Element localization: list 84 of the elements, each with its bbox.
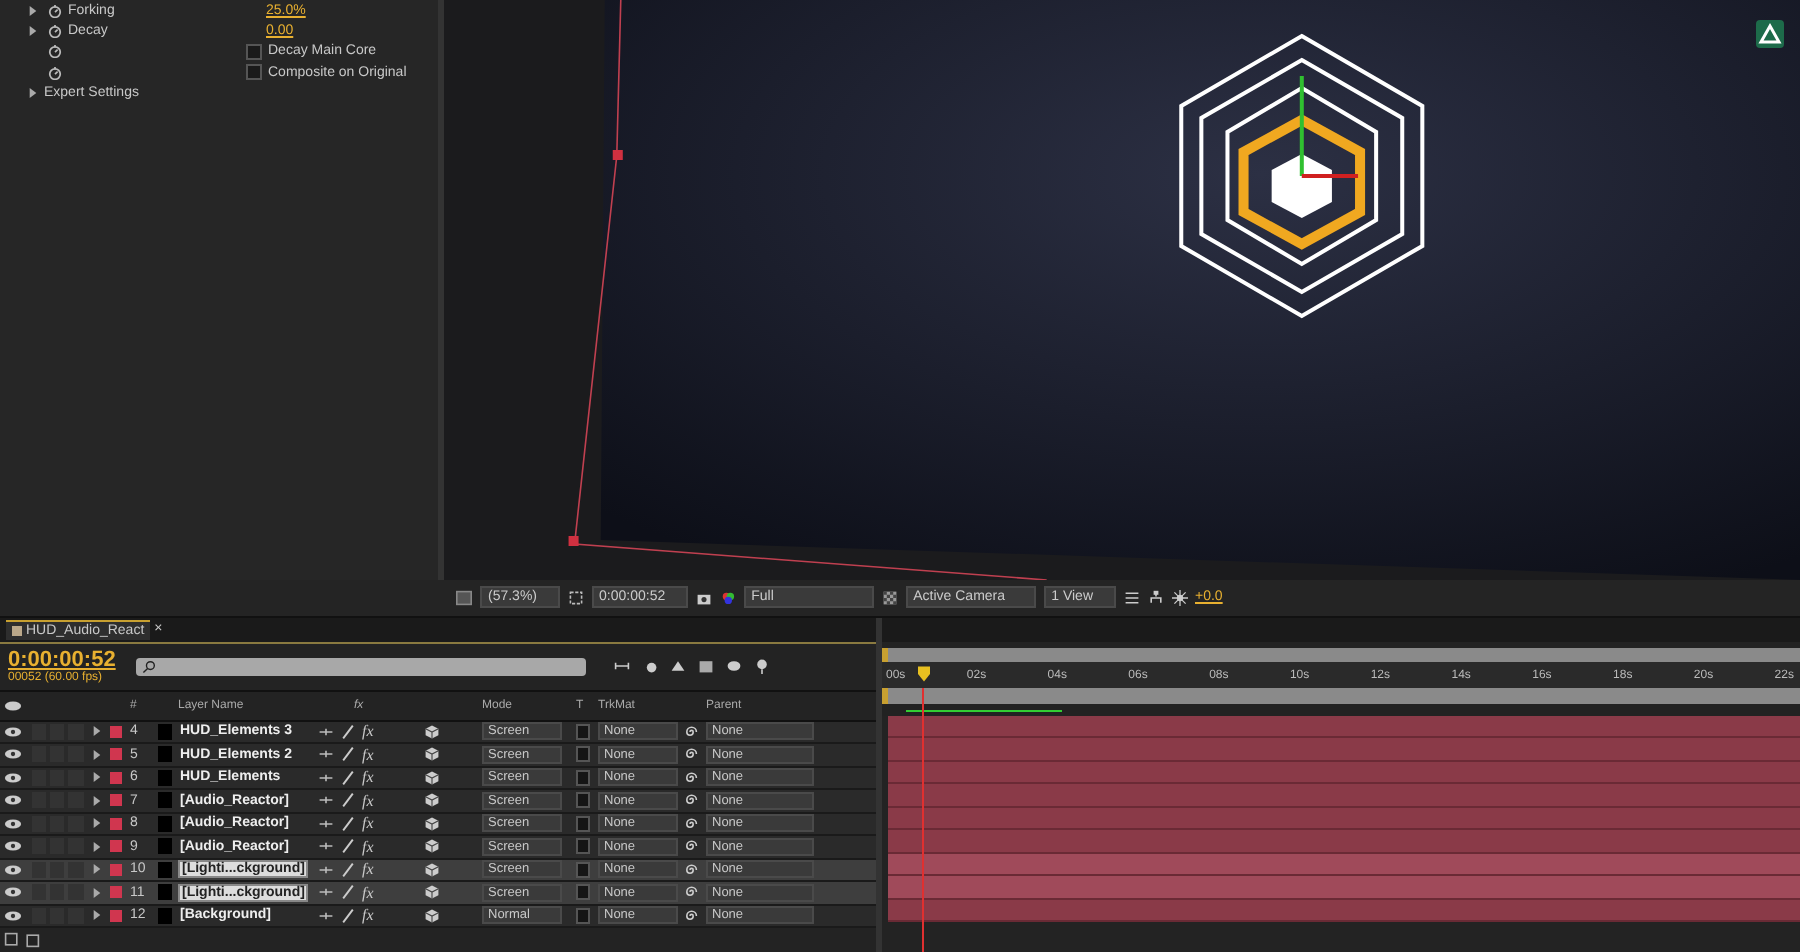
- preserve-transparency-checkbox[interactable]: [576, 884, 590, 901]
- cube-icon[interactable]: [423, 792, 440, 809]
- eye-icon[interactable]: [4, 886, 22, 899]
- region-of-interest-icon[interactable]: [567, 589, 584, 606]
- label-swatch[interactable]: [110, 771, 122, 784]
- label-swatch[interactable]: [110, 817, 122, 830]
- effect-switch[interactable]: fx: [362, 860, 374, 879]
- eye-icon[interactable]: [4, 771, 22, 784]
- switch-boxes[interactable]: [32, 792, 84, 809]
- expand-triangle-icon[interactable]: [92, 795, 102, 806]
- playhead-icon[interactable]: [918, 665, 930, 681]
- search-icon: [142, 659, 156, 673]
- switch-boxes[interactable]: [32, 746, 84, 763]
- expand-triangle-icon[interactable]: [92, 864, 102, 875]
- cube-icon[interactable]: [423, 861, 440, 878]
- switch-boxes[interactable]: [32, 815, 84, 832]
- eye-icon[interactable]: [4, 748, 22, 761]
- flowchart-icon[interactable]: [1147, 589, 1163, 606]
- checkbox[interactable]: [246, 43, 262, 60]
- effect-switch[interactable]: fx: [362, 791, 374, 810]
- exposure-icon[interactable]: [1171, 589, 1187, 606]
- preserve-transparency-checkbox[interactable]: [576, 815, 590, 832]
- expand-triangle-icon[interactable]: [92, 910, 102, 921]
- stopwatch-icon[interactable]: [48, 44, 62, 59]
- cube-icon[interactable]: [423, 838, 440, 855]
- expand-triangle-icon[interactable]: [92, 726, 102, 737]
- preserve-transparency-checkbox[interactable]: [576, 861, 590, 878]
- switch-boxes[interactable]: [32, 769, 84, 786]
- expand-triangle-icon[interactable]: [92, 818, 102, 829]
- label-swatch[interactable]: [110, 794, 122, 807]
- effect-switch[interactable]: fx: [362, 883, 374, 902]
- expand-triangle-icon[interactable]: [28, 88, 38, 99]
- stopwatch-icon[interactable]: [48, 24, 62, 39]
- camera-icon[interactable]: [695, 589, 712, 606]
- effect-switch[interactable]: fx: [362, 745, 374, 764]
- eye-icon[interactable]: [4, 699, 22, 711]
- effect-switch[interactable]: fx: [362, 837, 374, 856]
- checkbox[interactable]: [246, 64, 262, 81]
- label-swatch[interactable]: [110, 748, 122, 761]
- effect-switch[interactable]: fx: [362, 768, 374, 787]
- expand-triangle-icon[interactable]: [92, 772, 102, 783]
- eye-icon[interactable]: [4, 817, 22, 830]
- preserve-transparency-checkbox[interactable]: [576, 723, 590, 740]
- eye-icon[interactable]: [4, 840, 22, 853]
- toggle-panel-icon[interactable]: [456, 589, 472, 606]
- cube-icon[interactable]: [423, 907, 440, 924]
- rgb-channels-icon[interactable]: [719, 589, 736, 606]
- preserve-transparency-checkbox[interactable]: [576, 907, 590, 924]
- cube-icon[interactable]: [423, 723, 440, 740]
- cube-icon[interactable]: [423, 815, 440, 832]
- cube-icon[interactable]: [423, 884, 440, 901]
- preserve-transparency-checkbox[interactable]: [576, 792, 590, 809]
- switch-boxes[interactable]: [32, 907, 84, 924]
- effect-switch[interactable]: fx: [362, 906, 374, 925]
- label-swatch[interactable]: [110, 840, 122, 853]
- eye-icon[interactable]: [4, 725, 22, 738]
- expand-triangle-icon[interactable]: [92, 887, 102, 898]
- cube-icon[interactable]: [423, 746, 440, 763]
- eye-icon[interactable]: [4, 794, 22, 807]
- switch-boxes[interactable]: [32, 884, 84, 901]
- effect-switch[interactable]: fx: [362, 722, 374, 741]
- current-time-display[interactable]: 0:00:00:52: [8, 648, 124, 672]
- preserve-transparency-checkbox[interactable]: [576, 838, 590, 855]
- search-field[interactable]: [136, 657, 586, 675]
- cube-icon[interactable]: [423, 769, 440, 786]
- preserve-transparency-checkbox[interactable]: [576, 746, 590, 763]
- effect-switch[interactable]: fx: [362, 814, 374, 833]
- switch-boxes[interactable]: [32, 723, 84, 740]
- label-swatch[interactable]: [110, 886, 122, 899]
- eye-icon[interactable]: [4, 863, 22, 876]
- label-swatch[interactable]: [110, 863, 122, 876]
- eye-icon[interactable]: [4, 909, 22, 922]
- triangle-logo-icon: [1756, 20, 1784, 48]
- label-swatch[interactable]: [110, 909, 122, 922]
- expand-triangle-icon[interactable]: [92, 749, 102, 760]
- label-swatch[interactable]: [110, 725, 122, 738]
- work-area-bar[interactable]: [882, 647, 1800, 661]
- expand-triangle-icon[interactable]: [92, 841, 102, 852]
- switch-boxes[interactable]: [32, 838, 84, 855]
- stopwatch-icon[interactable]: [48, 3, 62, 18]
- switch-boxes[interactable]: [32, 861, 84, 878]
- preserve-transparency-checkbox[interactable]: [576, 769, 590, 786]
- stopwatch-icon[interactable]: [48, 65, 62, 80]
- checkerboard-icon[interactable]: [881, 589, 898, 606]
